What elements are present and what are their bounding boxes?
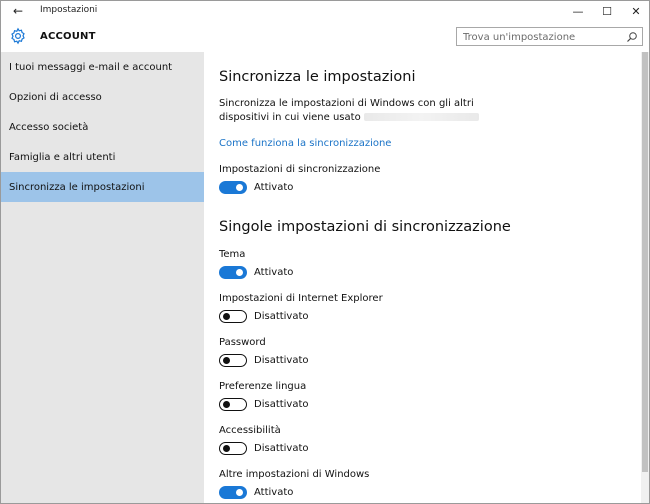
redacted-email: [363, 113, 479, 121]
password-toggle[interactable]: [219, 354, 247, 367]
language-preferences-label: Preferenze lingua: [219, 381, 307, 392]
language-preferences-toggle[interactable]: [219, 398, 247, 411]
sidebar-item-sign-in-options[interactable]: Opzioni di accesso: [1, 82, 204, 112]
search-input[interactable]: [463, 30, 623, 44]
sidebar-item-sync-settings[interactable]: Sincronizza le impostazioni: [1, 172, 204, 202]
theme-toggle[interactable]: [219, 266, 247, 279]
sidebar-item-email-accounts[interactable]: I tuoi messaggi e-mail e account: [1, 52, 204, 82]
toggle-knob: [236, 184, 243, 191]
toggle-knob: [236, 269, 243, 276]
theme-label: Tema: [219, 249, 246, 260]
sidebar-item-label: Accesso società: [9, 121, 89, 133]
sync-settings-toggle[interactable]: [219, 181, 247, 194]
main-content: Sincronizza le impostazioni Sincronizza …: [204, 52, 641, 503]
scrollbar-thumb[interactable]: [642, 52, 648, 472]
sync-settings-state: Attivato: [254, 182, 294, 193]
sidebar: I tuoi messaggi e-mail e account Opzioni…: [1, 52, 204, 503]
other-windows-settings-label: Altre impostazioni di Windows: [219, 469, 370, 480]
back-arrow-icon: ←: [12, 4, 24, 18]
language-preferences-state: Disattivato: [254, 399, 309, 410]
sync-description: Sincronizza le impostazioni di Windows c…: [219, 97, 519, 125]
page-title: ACCOUNT: [40, 31, 96, 42]
close-icon: ✕: [631, 4, 641, 18]
window-title: Impostazioni: [40, 5, 98, 15]
accessibility-toggle[interactable]: [219, 442, 247, 455]
sidebar-item-label: Sincronizza le impostazioni: [9, 181, 145, 193]
search-icon[interactable]: [626, 31, 638, 43]
sidebar-item-label: Opzioni di accesso: [9, 91, 102, 103]
internet-explorer-label: Impostazioni di Internet Explorer: [219, 293, 383, 304]
gear-icon: [11, 27, 25, 45]
close-button[interactable]: ✕: [621, 1, 649, 21]
toggle-knob: [223, 313, 230, 320]
accessibility-state: Disattivato: [254, 443, 309, 454]
section-title: Sincronizza le impostazioni: [219, 69, 416, 85]
internet-explorer-state: Disattivato: [254, 311, 309, 322]
other-windows-settings-state: Attivato: [254, 487, 294, 498]
page-header: ACCOUNT: [1, 21, 649, 52]
sidebar-item-label: Famiglia e altri utenti: [9, 151, 116, 163]
settings-window: ← Impostazioni — ☐ ✕ ACCOUNT Trova un'im…: [0, 0, 650, 504]
vertical-scrollbar[interactable]: [641, 52, 649, 503]
minimize-button[interactable]: —: [563, 1, 593, 21]
maximize-button[interactable]: ☐: [592, 1, 622, 21]
minimize-icon: —: [572, 4, 584, 18]
back-button[interactable]: ←: [7, 3, 29, 19]
toggle-knob: [223, 445, 230, 452]
password-label: Password: [219, 337, 266, 348]
toggle-knob: [223, 401, 230, 408]
search-box[interactable]: [456, 27, 643, 46]
title-bar: ← Impostazioni — ☐ ✕: [1, 1, 649, 21]
password-state: Disattivato: [254, 355, 309, 366]
theme-state: Attivato: [254, 267, 294, 278]
other-windows-settings-toggle[interactable]: [219, 486, 247, 499]
sidebar-item-label: I tuoi messaggi e-mail e account: [9, 61, 173, 73]
internet-explorer-toggle[interactable]: [219, 310, 247, 323]
how-sync-works-link[interactable]: Come funziona la sincronizzazione: [219, 138, 391, 149]
toggle-knob: [236, 489, 243, 496]
sidebar-item-family-users[interactable]: Famiglia e altri utenti: [1, 142, 204, 172]
individual-sync-title: Singole impostazioni di sincronizzazione: [219, 219, 511, 235]
sync-settings-label: Impostazioni di sincronizzazione: [219, 164, 381, 175]
maximize-icon: ☐: [602, 4, 612, 18]
toggle-knob: [223, 357, 230, 364]
sidebar-item-work-access[interactable]: Accesso società: [1, 112, 204, 142]
accessibility-label: Accessibilità: [219, 425, 281, 436]
